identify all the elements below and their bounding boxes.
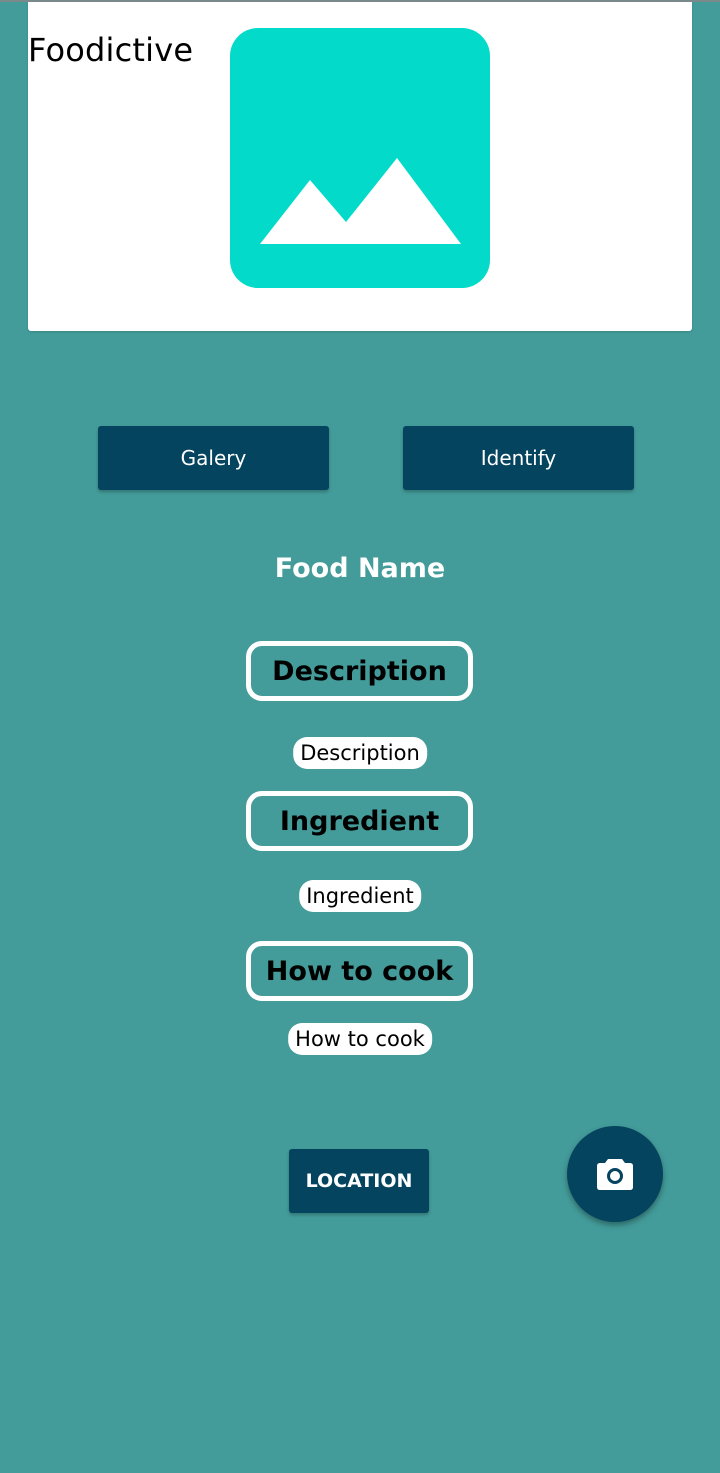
camera-fab[interactable] — [567, 1126, 663, 1222]
app-title: Foodictive — [28, 31, 194, 69]
ingredient-header: Ingredient — [246, 791, 473, 851]
location-button[interactable]: LOCATION — [289, 1149, 429, 1213]
camera-icon — [597, 1159, 633, 1190]
description-value: Description — [293, 737, 427, 769]
image-placeholder-icon — [230, 28, 490, 288]
identify-button[interactable]: Identify — [403, 426, 634, 490]
description-header: Description — [246, 641, 473, 701]
how-to-cook-header: How to cook — [246, 941, 473, 1001]
food-name-label: Food Name — [274, 553, 446, 584]
ingredient-value: Ingredient — [299, 880, 421, 912]
how-to-cook-value: How to cook — [288, 1023, 432, 1055]
galery-button[interactable]: Galery — [98, 426, 329, 490]
food-image-view[interactable] — [230, 28, 490, 288]
